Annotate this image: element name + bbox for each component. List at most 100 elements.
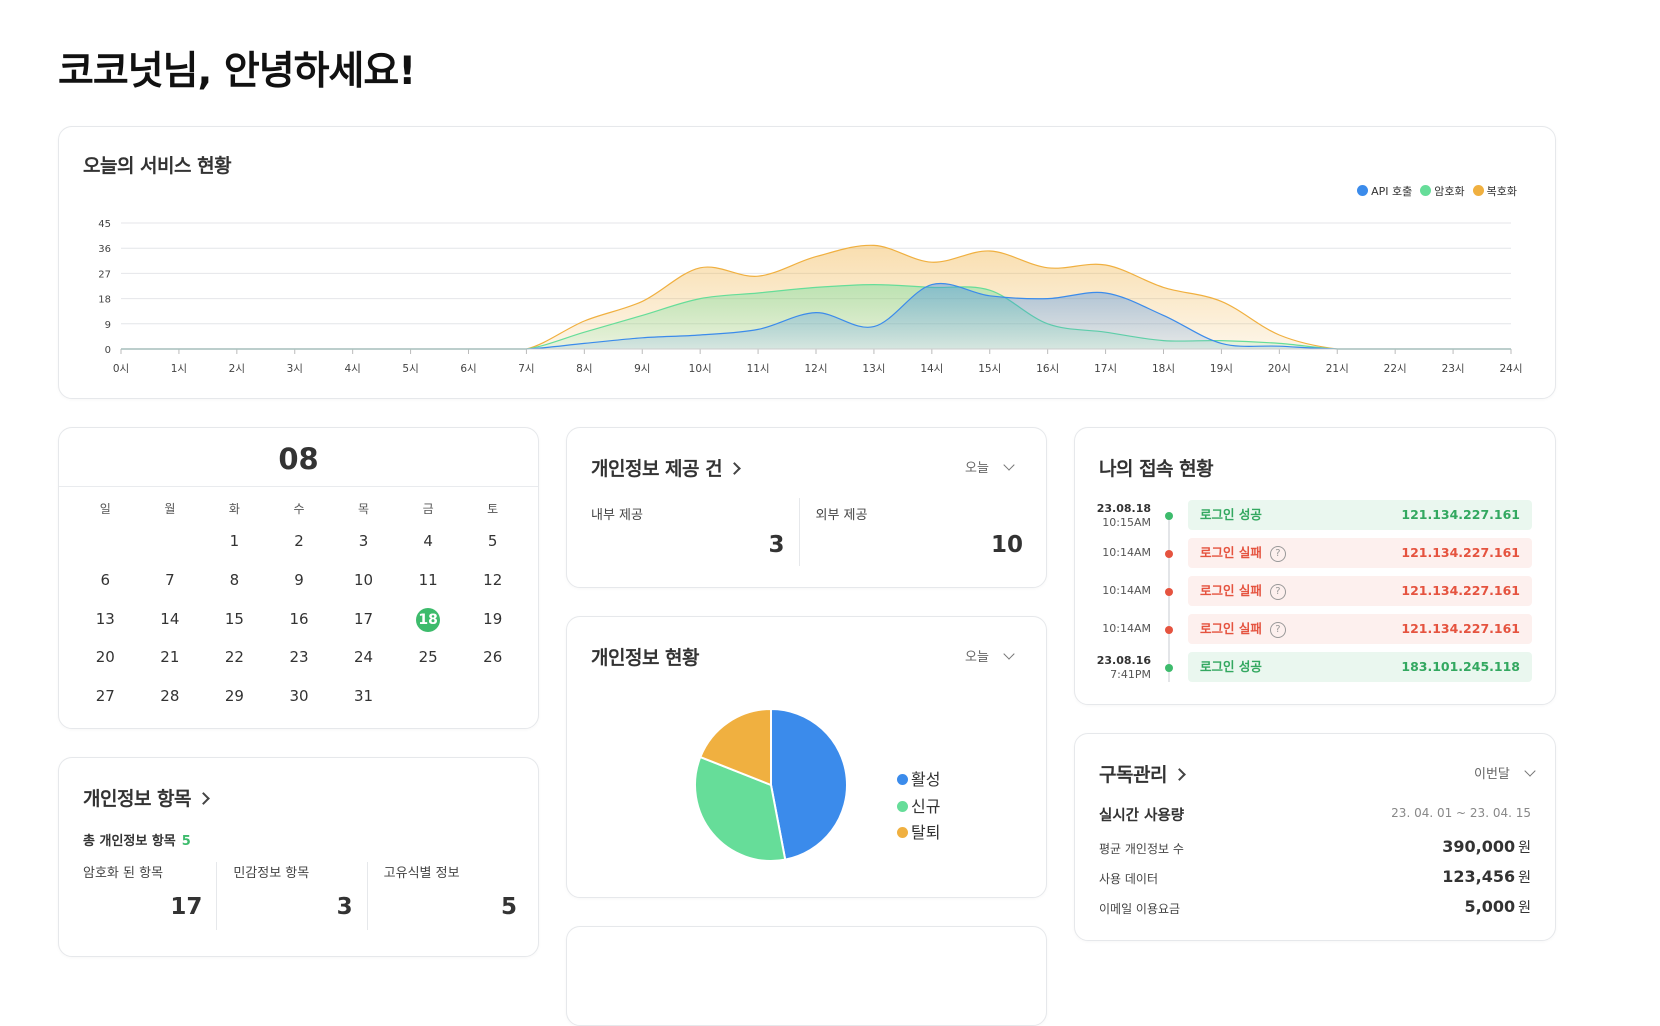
x-tick-label: 3시	[287, 363, 303, 375]
sub-row-label: 평균 개인정보 수	[1099, 842, 1184, 856]
legend-label: 복호화	[1486, 185, 1517, 198]
x-tick-label: 11시	[747, 363, 770, 375]
x-tick-label: 6시	[460, 363, 476, 375]
calendar-day[interactable]: 8	[202, 561, 267, 600]
internal-value: 3	[768, 532, 785, 558]
calendar-day[interactable]: 15	[202, 600, 267, 639]
calendar-day[interactable]: 29	[202, 677, 267, 716]
access-status-card: 나의 접속 현황 23.08.18 10:15AM 로그인 성공 121.134.22…	[1074, 427, 1556, 705]
calendar-day[interactable]: 12	[460, 561, 525, 600]
calendar-day[interactable]: 11	[396, 561, 461, 600]
calendar-day[interactable]: 30	[267, 677, 332, 716]
calendar-day[interactable]: 10	[331, 561, 396, 600]
stat-label: 고유식별 정보	[383, 866, 460, 881]
calendar-day[interactable]: 26	[460, 638, 525, 677]
pi-status-card: 개인정보 현황 오늘 활성 신규 탈퇴	[566, 616, 1047, 898]
calendar-day[interactable]: 16	[267, 600, 332, 639]
stat-value: 3	[336, 894, 353, 920]
legend-label: 탈퇴	[911, 823, 941, 842]
calendar-day[interactable]: 7	[138, 561, 203, 600]
calendar-day[interactable]: 9	[267, 561, 332, 600]
calendar-grid: 일 월 화 수 목 금 토 1 2 3 4 5 6 7 8 9 10 11 12 13 14 15 16 17 18 19 20 21…	[73, 496, 525, 716]
stat-sensitive: 민감정보 항목 3	[216, 862, 366, 930]
chevron-right-icon	[728, 462, 741, 475]
help-icon[interactable]: ?	[1269, 546, 1286, 562]
period-value: 이번달	[1474, 767, 1510, 782]
legend-dot-icon	[1472, 185, 1484, 196]
pi-provide-title-link[interactable]: 개인정보 제공 건	[591, 454, 741, 481]
period-dropdown[interactable]: 오늘	[965, 646, 1015, 665]
x-tick-label: 12시	[804, 363, 827, 375]
internal-provide: 내부 제공 3	[591, 498, 799, 566]
calendar-empty-cell	[460, 677, 525, 716]
log-date: 23.08.16	[1096, 654, 1151, 667]
log-status: 로그인 성공	[1200, 507, 1262, 522]
chevron-down-icon	[1003, 459, 1015, 471]
calendar-day[interactable]: 13	[73, 600, 138, 639]
unit: 원	[1518, 900, 1531, 916]
x-tick-label: 1시	[171, 363, 187, 375]
access-log-row: 10:14AM 로그인 실패? 121.134.227.161	[1075, 614, 1557, 646]
calendar-day[interactable]: 23	[267, 638, 332, 677]
calendar-day[interactable]: 31	[331, 677, 396, 716]
log-time: 7:41PM	[1110, 668, 1151, 681]
access-log-row: 10:14AM 로그인 실패? 121.134.227.161	[1075, 538, 1557, 570]
stat-value: 17	[170, 894, 203, 920]
log-date: 23.08.18	[1096, 502, 1151, 515]
external-provide: 외부 제공 10	[798, 498, 1023, 566]
period-dropdown[interactable]: 오늘	[965, 457, 1015, 476]
pi-items-title-link[interactable]: 개인정보 항목	[83, 784, 210, 811]
calendar-day[interactable]: 4	[396, 522, 461, 561]
calendar-day[interactable]: 22	[202, 638, 267, 677]
help-icon[interactable]: ?	[1269, 584, 1286, 600]
today-badge[interactable]: 18	[416, 607, 441, 632]
log-status: 로그인 실패	[1200, 621, 1262, 636]
stat-encrypted: 암호화 된 항목 17	[83, 862, 216, 930]
calendar-day[interactable]: 1	[202, 522, 267, 561]
calendar-day[interactable]: 5	[460, 522, 525, 561]
chevron-down-icon	[1524, 765, 1536, 777]
calendar-day[interactable]: 21	[138, 638, 203, 677]
calendar-day[interactable]: 14	[138, 600, 203, 639]
period-value: 오늘	[965, 650, 989, 665]
log-datetime: 10:14AM	[1102, 546, 1151, 560]
period-dropdown[interactable]: 이번달	[1474, 763, 1536, 782]
calendar-day-today[interactable]: 18	[396, 600, 461, 639]
calendar-day[interactable]: 2	[267, 522, 332, 561]
log-datetime: 10:14AM	[1102, 622, 1151, 636]
x-tick-label: 23시	[1442, 363, 1465, 375]
log-datetime: 23.08.16 7:41PM	[1097, 654, 1151, 682]
calendar-day[interactable]: 6	[73, 561, 138, 600]
log-ip: 121.134.227.161	[1401, 507, 1520, 522]
stat-unique-id: 고유식별 정보 5	[366, 862, 517, 930]
sub-row-avg-pi: 평균 개인정보 수 390,000 원	[1099, 837, 1531, 857]
greeting-title: 코코넛님, 안녕하세요!	[58, 49, 416, 94]
period-value: 오늘	[965, 461, 989, 476]
calendar-day[interactable]: 27	[73, 677, 138, 716]
calendar-day[interactable]: 28	[138, 677, 203, 716]
y-tick-label: 36	[98, 244, 111, 255]
calendar-day[interactable]: 19	[460, 600, 525, 639]
calendar-day[interactable]: 17	[331, 600, 396, 639]
external-label: 외부 제공	[815, 508, 868, 523]
legend-item-api: API 호출	[1357, 183, 1412, 199]
login-fail-badge: 로그인 실패? 121.134.227.161	[1188, 614, 1532, 644]
calendar-day[interactable]: 3	[331, 522, 396, 561]
weekday-header: 일	[99, 502, 111, 516]
sub-row-label: 사용 데이터	[1099, 872, 1159, 886]
chart-legend: API 호출 암호화 복호화	[1357, 183, 1517, 199]
subscription-title-link[interactable]: 구독관리	[1099, 760, 1186, 787]
calendar-empty-cell	[73, 522, 138, 561]
help-icon[interactable]: ?	[1269, 622, 1286, 638]
login-success-badge: 로그인 성공 121.134.227.161	[1188, 500, 1532, 530]
x-tick-label: 7시	[518, 363, 534, 375]
legend-label: 활성	[911, 770, 941, 789]
calendar-empty-cell	[396, 677, 461, 716]
service-status-card: 0 9 18 27 36 45 0시 1시 2시 3시 4시 5시 6시 7시 8시 9시 10시 11시 12시 1…	[58, 126, 1556, 399]
calendar-day[interactable]: 20	[73, 638, 138, 677]
total-items: 총 개인정보 항목 5	[83, 830, 191, 849]
calendar-day[interactable]: 24	[331, 638, 396, 677]
y-tick-label: 27	[98, 269, 111, 280]
stat-label: 암호화 된 항목	[83, 866, 164, 881]
calendar-day[interactable]: 25	[396, 638, 461, 677]
